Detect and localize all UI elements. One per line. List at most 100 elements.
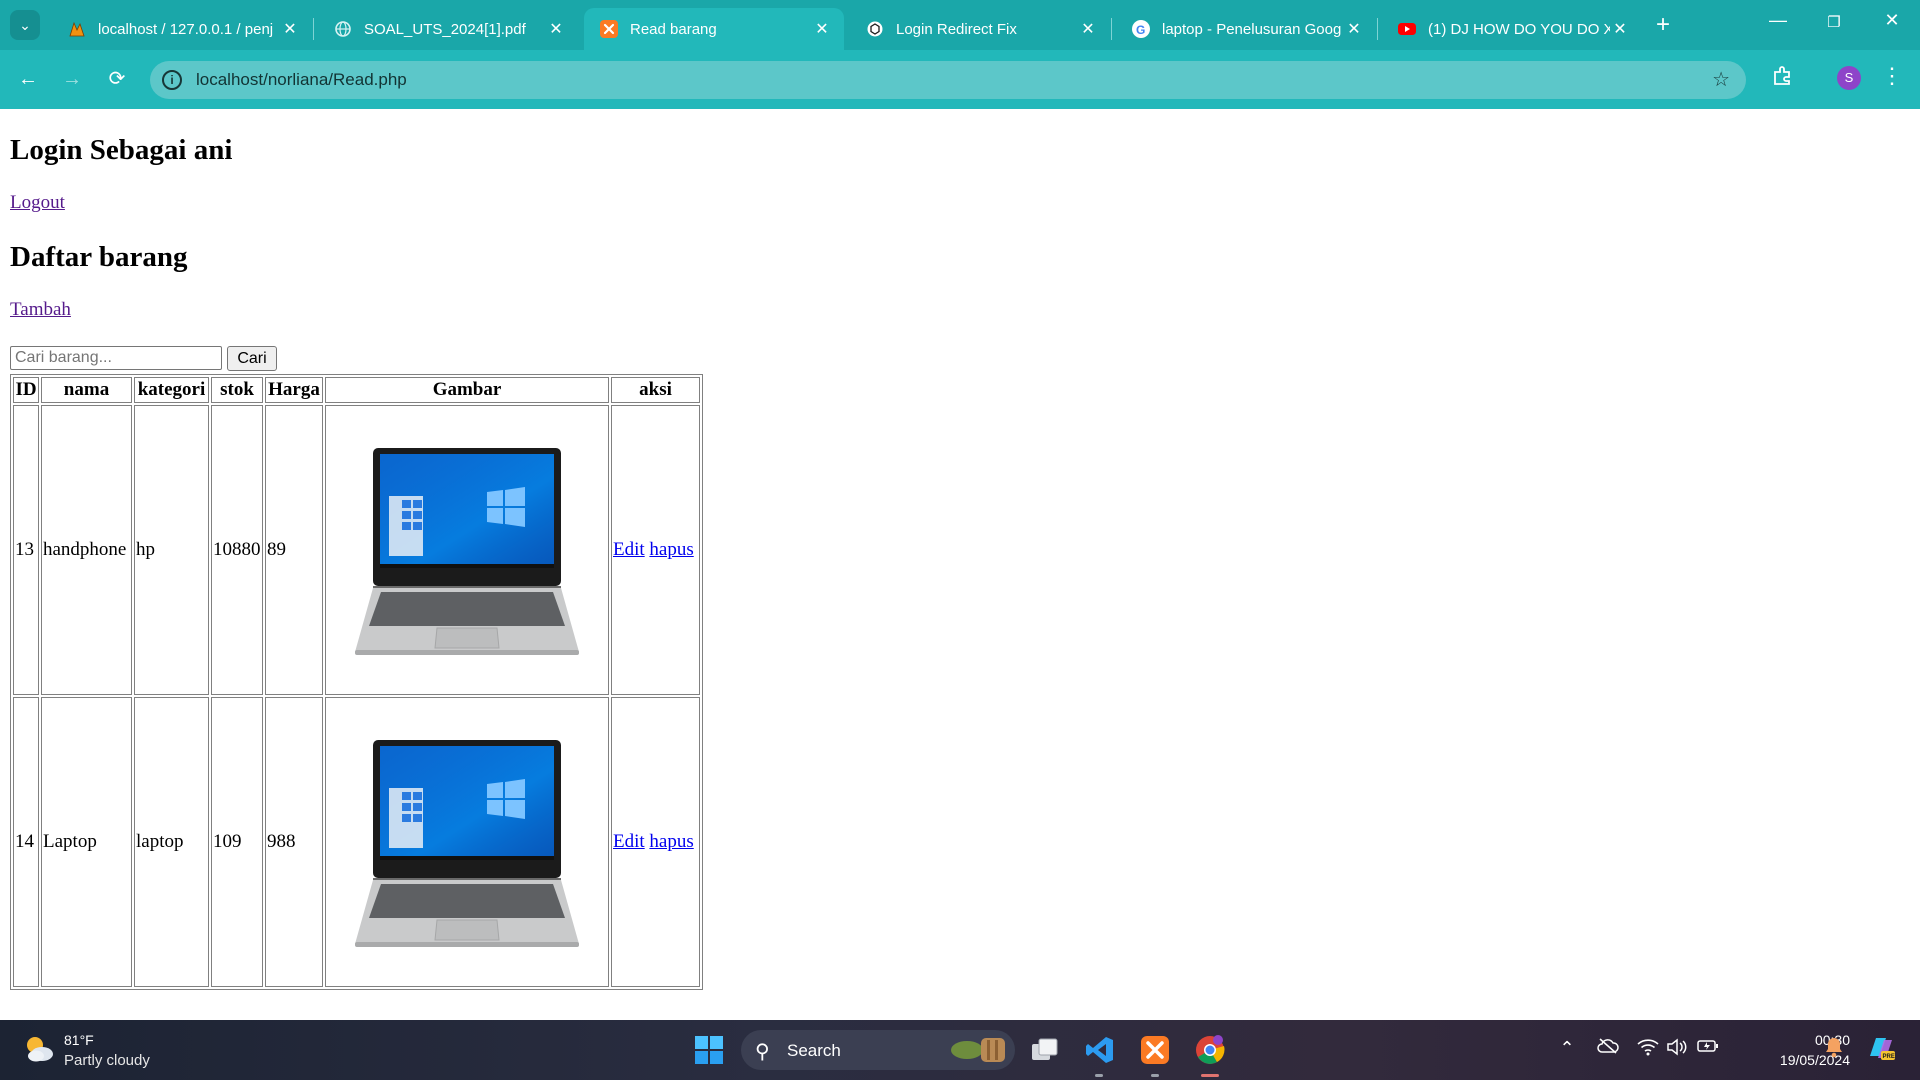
- chevron-down-icon: ⌄: [19, 16, 31, 33]
- onedrive-icon[interactable]: [1596, 1038, 1620, 1059]
- new-tab-button[interactable]: +: [1650, 13, 1676, 39]
- xampp-icon: [600, 20, 618, 38]
- partly-cloudy-icon[interactable]: [22, 1032, 56, 1066]
- volume-icon[interactable]: [1665, 1038, 1689, 1061]
- list-heading: Daftar barang: [10, 241, 188, 273]
- add-link[interactable]: Tambah: [10, 299, 71, 321]
- cell-nama: Laptop: [41, 697, 132, 987]
- tab-divider: [1111, 18, 1112, 40]
- google-icon: G: [1132, 20, 1150, 38]
- globe-icon: [334, 20, 352, 38]
- battery-icon[interactable]: [1696, 1038, 1720, 1059]
- close-icon[interactable]: ✕: [1078, 19, 1098, 39]
- copilot-icon[interactable]: PRE: [1865, 1034, 1897, 1067]
- reload-icon[interactable]: ⟳: [102, 64, 132, 94]
- cell-gambar: [325, 405, 609, 695]
- close-icon[interactable]: ✕: [546, 19, 566, 39]
- column-header: nama: [41, 377, 132, 403]
- active-indicator: [1201, 1074, 1219, 1077]
- back-icon[interactable]: ←: [13, 64, 43, 94]
- cell-harga: 988: [265, 697, 323, 987]
- page-content: Login Sebagai ani Logout Daftar barang T…: [0, 109, 1920, 1020]
- column-header: kategori: [134, 377, 209, 403]
- chatgpt-icon: [866, 20, 884, 38]
- cell-kategori: laptop: [134, 697, 209, 987]
- cell-kategori: hp: [134, 405, 209, 695]
- search-icon: ⚲: [755, 1041, 770, 1063]
- hapus-link[interactable]: hapus: [649, 539, 693, 560]
- table-row: 14 Laptop laptop 109 988 Edit hapus: [13, 697, 700, 987]
- tab-youtube[interactable]: (1) DJ HOW DO YOU DO X ✕: [1382, 8, 1642, 50]
- tab-title: laptop - Penelusuran Goog: [1162, 20, 1342, 38]
- weather-temperature[interactable]: 81°F: [64, 1032, 94, 1048]
- table-row: 13 handphone hp 10880 89 Edit hapus: [13, 405, 700, 695]
- close-icon[interactable]: ✕: [280, 19, 300, 39]
- wifi-icon[interactable]: [1636, 1038, 1660, 1061]
- close-icon[interactable]: ✕: [1344, 19, 1364, 39]
- notification-bell-icon[interactable]: [1822, 1036, 1846, 1063]
- restore-icon[interactable]: ❐: [1814, 13, 1854, 31]
- tab-google-search[interactable]: G laptop - Penelusuran Goog ✕: [1116, 8, 1376, 50]
- search-button[interactable]: Cari: [227, 346, 277, 371]
- tab-title: localhost / 127.0.0.1 / penj: [98, 20, 274, 38]
- tab-divider: [313, 18, 314, 40]
- barang-table: ID nama kategori stok Harga Gambar aksi …: [10, 374, 703, 990]
- taskbar: 81°F Partly cloudy ⚲ Search ⌃ 19/05/2024…: [0, 1020, 1920, 1080]
- running-indicator: [1151, 1074, 1159, 1077]
- search-input[interactable]: [10, 346, 222, 370]
- minimize-icon[interactable]: —: [1758, 10, 1798, 31]
- xampp-taskbar-icon[interactable]: [1138, 1033, 1172, 1067]
- phpmyadmin-icon: [68, 20, 86, 38]
- cell-aksi: Edit hapus: [611, 405, 700, 695]
- taskbar-search[interactable]: ⚲ Search: [741, 1030, 1015, 1070]
- cell-gambar: [325, 697, 609, 987]
- cell-nama: handphone: [41, 405, 132, 695]
- tab-title: Read barang: [630, 20, 717, 38]
- cell-harga: 89: [265, 405, 323, 695]
- more-menu-icon[interactable]: ⋮: [1880, 63, 1904, 89]
- column-header: ID: [13, 377, 39, 403]
- svg-text:G: G: [1136, 23, 1145, 36]
- tab-title: Login Redirect Fix: [896, 20, 1017, 38]
- browser-toolbar: ← → ⟳ i localhost/norliana/Read.php ☆ S …: [0, 50, 1920, 109]
- cell-id: 13: [13, 405, 39, 695]
- forward-icon[interactable]: →: [57, 64, 87, 94]
- url-text[interactable]: localhost/norliana/Read.php: [196, 70, 407, 90]
- hapus-link[interactable]: hapus: [649, 831, 693, 852]
- edit-link[interactable]: Edit: [613, 831, 645, 852]
- close-icon[interactable]: ✕: [812, 19, 832, 39]
- tab-phpmyadmin[interactable]: localhost / 127.0.0.1 / penj ✕: [52, 8, 312, 50]
- chrome-icon[interactable]: [1193, 1033, 1227, 1067]
- profile-avatar[interactable]: S: [1837, 66, 1861, 90]
- tab-login-redirect[interactable]: Login Redirect Fix ✕: [850, 8, 1110, 50]
- close-window-icon[interactable]: ✕: [1872, 10, 1912, 31]
- tab-title: (1) DJ HOW DO YOU DO X: [1428, 20, 1610, 38]
- column-header: Harga: [265, 377, 323, 403]
- taskbar-search-label: Search: [787, 1041, 841, 1060]
- vscode-icon[interactable]: [1083, 1033, 1117, 1067]
- search-highlight-icon: [951, 1038, 1005, 1062]
- tab-pdf[interactable]: SOAL_UTS_2024[1].pdf ✕: [318, 8, 578, 50]
- task-view-icon[interactable]: [1028, 1033, 1062, 1067]
- close-icon[interactable]: ✕: [1610, 19, 1630, 39]
- weather-description[interactable]: Partly cloudy: [64, 1052, 150, 1069]
- logout-link[interactable]: Logout: [10, 192, 65, 214]
- column-header: stok: [211, 377, 263, 403]
- laptop-image: [355, 448, 579, 655]
- windows-start-icon[interactable]: [692, 1033, 726, 1067]
- extensions-icon[interactable]: [1770, 65, 1794, 89]
- show-hidden-icons-icon[interactable]: ⌃: [1555, 1038, 1579, 1059]
- tab-read-barang[interactable]: Read barang ✕: [584, 8, 844, 50]
- laptop-image: [355, 740, 579, 947]
- cell-stok: 10880: [211, 405, 263, 695]
- column-header: aksi: [611, 377, 700, 403]
- column-header: Gambar: [325, 377, 609, 403]
- edit-link[interactable]: Edit: [613, 539, 645, 560]
- svg-text:PRE: PRE: [1883, 1054, 1895, 1060]
- youtube-icon: [1398, 20, 1416, 38]
- site-info-icon[interactable]: i: [162, 70, 182, 90]
- address-bar[interactable]: i localhost/norliana/Read.php ☆: [150, 61, 1746, 99]
- tab-search-button[interactable]: ⌄: [10, 10, 40, 40]
- login-heading: Login Sebagai ani: [10, 134, 233, 166]
- bookmark-star-icon[interactable]: ☆: [1712, 67, 1730, 92]
